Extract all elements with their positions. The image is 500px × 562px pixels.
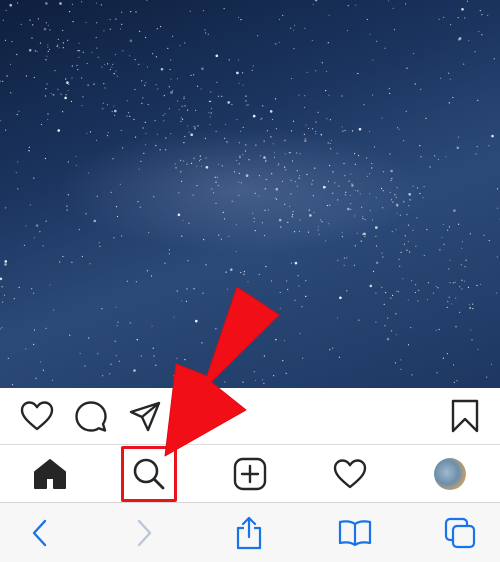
like-heart-icon[interactable] — [20, 400, 54, 437]
heart-outline-icon — [333, 458, 367, 488]
share-icon — [236, 516, 262, 549]
comment-icon[interactable] — [74, 400, 108, 439]
search-highlight-box — [121, 446, 177, 502]
post-action-bar — [0, 388, 500, 445]
bookmarks-button[interactable] — [325, 503, 385, 562]
safari-toolbar — [0, 503, 500, 562]
tab-activity[interactable] — [320, 445, 380, 502]
post-photo — [0, 0, 500, 388]
send-icon[interactable] — [128, 400, 162, 439]
book-icon — [338, 519, 372, 546]
home-filled-icon — [34, 458, 66, 489]
chevron-left-icon — [32, 519, 47, 546]
forward-button[interactable] — [114, 503, 174, 562]
tabs-icon — [444, 517, 476, 548]
tab-home[interactable] — [20, 445, 80, 502]
share-button[interactable] — [219, 503, 279, 562]
tab-new-post[interactable] — [220, 445, 280, 502]
stars-layer — [0, 0, 500, 386]
bookmark-icon[interactable] — [450, 399, 480, 438]
chevron-right-icon — [137, 519, 152, 546]
plus-square-icon — [233, 457, 267, 490]
avatar — [434, 457, 466, 490]
back-button[interactable] — [10, 503, 70, 562]
tab-profile[interactable] — [420, 445, 480, 502]
tabs-button[interactable] — [430, 503, 490, 562]
instagram-tab-bar — [0, 445, 500, 503]
